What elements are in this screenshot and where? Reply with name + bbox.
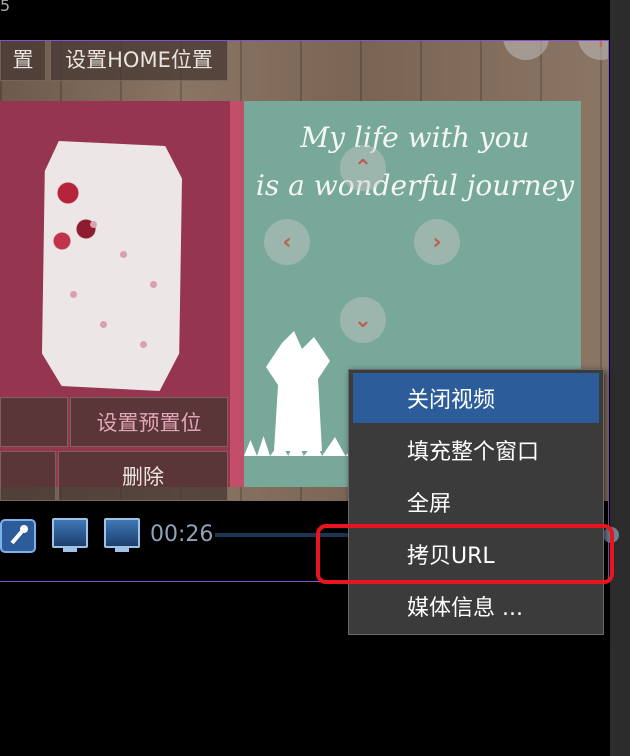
window-corner-label: 5	[0, 0, 11, 15]
set-preset-button[interactable]: 设置预置位	[70, 397, 228, 447]
petal	[70, 291, 77, 298]
record-screen-icon[interactable]	[104, 518, 140, 548]
petal	[120, 251, 127, 258]
rose-flowers-image	[44, 145, 104, 265]
menu-item-close-video[interactable]: 关闭视频	[353, 373, 599, 423]
playback-time: 00:26	[150, 522, 214, 547]
context-menu: 关闭视频 填充整个窗口 全屏 拷贝URL 媒体信息 ...	[348, 369, 604, 635]
menu-item-media-info[interactable]: 媒体信息 ...	[353, 581, 599, 631]
card-text-line2: is a wonderful journey	[255, 169, 575, 202]
highlight-annotation-box	[316, 524, 614, 584]
pink-stripe	[230, 101, 244, 487]
petal	[90, 221, 97, 228]
overlay-blank-button[interactable]	[0, 397, 68, 447]
petal	[100, 321, 107, 328]
card-text-line1: My life with you	[300, 121, 530, 154]
ptz-up-button[interactable]: ⌃	[340, 145, 386, 191]
set-position-button[interactable]: 置	[0, 41, 46, 81]
menu-item-fullscreen[interactable]: 全屏	[353, 477, 599, 527]
set-home-position-button[interactable]: 设置HOME位置	[50, 41, 228, 81]
petal	[150, 281, 157, 288]
ptz-right-button[interactable]: ›	[414, 219, 460, 265]
petal	[140, 341, 147, 348]
menu-item-fill-window[interactable]: 填充整个窗口	[353, 425, 599, 475]
monitor-stand-icon	[63, 548, 77, 552]
monitor-stand-icon-2	[115, 548, 129, 552]
overlay-blank-button-2[interactable]	[0, 451, 56, 501]
screen-capture-icon[interactable]	[52, 518, 88, 548]
scrollbar[interactable]	[610, 0, 630, 756]
microphone-icon[interactable]	[0, 519, 36, 553]
ptz-left-button[interactable]: ‹	[264, 219, 310, 265]
ptz-down-button[interactable]: ⌄	[340, 297, 386, 343]
delete-button[interactable]: 删除	[58, 451, 228, 501]
